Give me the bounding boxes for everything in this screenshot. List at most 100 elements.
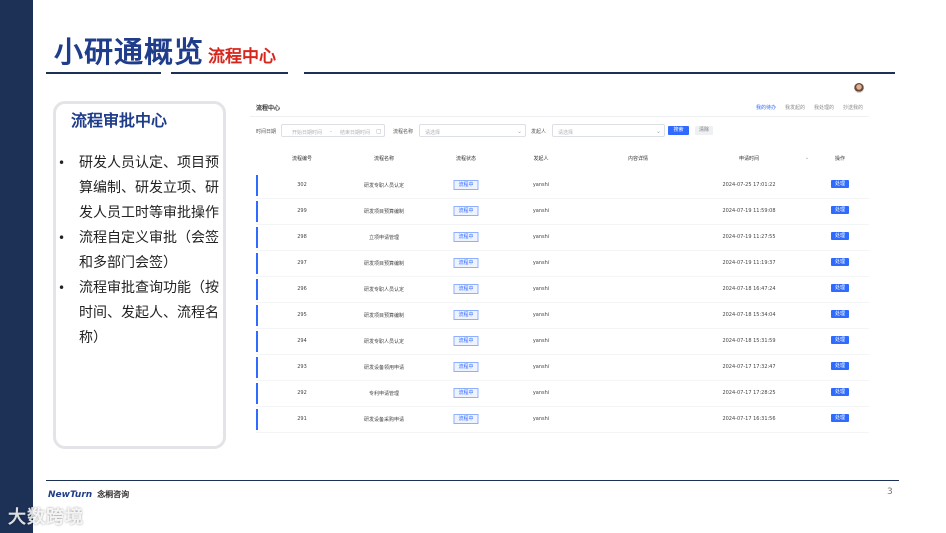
- sort-icon[interactable]: ⌄: [805, 155, 809, 161]
- process-button[interactable]: 处理: [831, 336, 849, 344]
- chevron-down-icon: ⌄: [656, 128, 662, 135]
- status-badge: 流程中: [453, 362, 479, 372]
- cell-id: 297: [297, 260, 307, 266]
- status-badge: 流程中: [453, 258, 479, 268]
- app-header: 流程中心 我的待办 我发起的 我处理的 抄送我的: [250, 97, 869, 117]
- cell-time: 2024-07-19 11:19:37: [722, 260, 776, 266]
- feature-item: 研发人员认定、项目预算编制、研发立项、研发人员工时等审批操作: [58, 151, 223, 226]
- initiator-placeholder: 请选择: [558, 130, 574, 136]
- table-row: 302 研发专职人员认定 流程中 yanshi 2024-07-25 17:01…: [256, 173, 869, 199]
- cell-initiator: yanshi: [532, 364, 550, 370]
- process-name-select[interactable]: 请选择 ⌄: [419, 124, 526, 137]
- brand-logo: NewTurn 念桐咨询: [48, 489, 129, 500]
- row-accent: [256, 279, 258, 300]
- date-label: 时间日期: [256, 129, 277, 135]
- feature-item: 流程自定义审批（会签和多部门会签）: [58, 226, 223, 276]
- cell-id: 295: [297, 312, 307, 318]
- calendar-icon: ▢: [376, 128, 382, 135]
- tab-my-todo[interactable]: 我的待办: [756, 104, 776, 111]
- row-accent: [256, 253, 258, 274]
- row-accent: [256, 357, 258, 378]
- slide-title: 小研通概览 流程中心: [54, 29, 276, 71]
- cell-initiator: yanshi: [532, 286, 550, 292]
- col-header-action: 操作: [834, 156, 846, 162]
- cell-time: 2024-07-17 16:31:56: [722, 416, 776, 422]
- footer-divider: [46, 480, 899, 481]
- tab-my-handled[interactable]: 我处理的: [814, 104, 834, 111]
- cell-initiator: yanshi: [532, 416, 550, 422]
- reset-button[interactable]: 清除: [695, 126, 713, 135]
- initiator-select[interactable]: 请选择 ⌄: [552, 124, 665, 137]
- tab-bar: 我的待办 我发起的 我处理的 抄送我的: [756, 104, 863, 111]
- table-row: 297 研发项目预算编制 流程中 yanshi 2024-07-19 11:19…: [256, 251, 869, 277]
- app-title: 流程中心: [256, 105, 281, 112]
- status-badge: 流程中: [453, 206, 479, 216]
- status-badge: 流程中: [453, 180, 479, 190]
- row-accent: [256, 201, 258, 222]
- process-button[interactable]: 处理: [831, 310, 849, 318]
- col-header-name: 流程名称: [373, 156, 395, 162]
- cell-time: 2024-07-19 11:59:08: [722, 208, 776, 214]
- cell-time: 2024-07-18 15:31:59: [722, 338, 776, 344]
- initiator-label: 发起人: [531, 129, 547, 135]
- cell-time: 2024-07-17 17:28:25: [722, 390, 776, 396]
- tab-my-initiated[interactable]: 我发起的: [785, 104, 805, 111]
- cell-id: 293: [297, 364, 307, 370]
- left-sidebar-bar: [0, 0, 33, 533]
- cell-initiator: yanshi: [532, 338, 550, 344]
- brand-name-cn: 念桐咨询: [97, 490, 130, 499]
- table-row: 292 专利申请管理 流程中 yanshi 2024-07-17 17:28:2…: [256, 381, 869, 407]
- process-button[interactable]: 处理: [831, 258, 849, 266]
- process-button[interactable]: 处理: [831, 206, 849, 214]
- cell-initiator: yanshi: [532, 182, 550, 188]
- row-accent: [256, 227, 258, 248]
- cell-id: 302: [297, 182, 307, 188]
- status-badge: 流程中: [453, 336, 479, 346]
- process-button[interactable]: 处理: [831, 232, 849, 240]
- table-header: 流程编号 流程名称 流程状态 发起人 内容详情 申请时间 ⌄ 操作: [250, 149, 869, 169]
- cell-time: 2024-07-25 17:01:22: [722, 182, 776, 188]
- user-avatar[interactable]: [854, 83, 864, 93]
- row-accent: [256, 331, 258, 352]
- status-badge: 流程中: [453, 284, 479, 294]
- title-divider-2: [171, 72, 288, 74]
- process-button[interactable]: 处理: [831, 388, 849, 396]
- cell-initiator: yanshi: [532, 390, 550, 396]
- slide-title-main: 小研通概览: [54, 35, 205, 69]
- cell-time: 2024-07-18 15:34:04: [722, 312, 776, 318]
- cell-name: 专利申请管理: [368, 391, 400, 397]
- table-row: 291 研发设备采购申请 流程中 yanshi 2024-07-17 16:31…: [256, 407, 869, 433]
- cell-initiator: yanshi: [532, 208, 550, 214]
- cell-time: 2024-07-18 16:47:24: [722, 286, 776, 292]
- process-name-label: 流程名称: [393, 129, 414, 135]
- process-button[interactable]: 处理: [831, 414, 849, 422]
- cell-id: 298: [297, 234, 307, 240]
- card-title: 流程审批中心: [71, 111, 168, 130]
- status-badge: 流程中: [453, 310, 479, 320]
- process-name-placeholder: 请选择: [425, 130, 441, 136]
- table-row: 295 研发项目预算编制 流程中 yanshi 2024-07-18 15:34…: [256, 303, 869, 329]
- cell-time: 2024-07-19 11:27:55: [722, 234, 776, 240]
- feature-list: 研发人员认定、项目预算编制、研发立项、研发人员工时等审批操作 流程自定义审批（会…: [58, 151, 223, 351]
- date-separator: -: [330, 129, 332, 135]
- cell-id: 294: [297, 338, 307, 344]
- table-row: 294 研发专职人员认定 流程中 yanshi 2024-07-18 15:31…: [256, 329, 869, 355]
- process-button[interactable]: 处理: [831, 180, 849, 188]
- end-date-placeholder: 结束日期时间: [340, 130, 371, 136]
- slide-title-sub: 流程中心: [208, 47, 277, 67]
- cell-name: 研发项目预算编制: [363, 313, 405, 319]
- cell-name: 研发专职人员认定: [363, 287, 405, 293]
- cell-initiator: yanshi: [532, 312, 550, 318]
- table-row: 299 研发项目预算编制 流程中 yanshi 2024-07-19 11:59…: [256, 199, 869, 225]
- status-badge: 流程中: [453, 388, 479, 398]
- cell-time: 2024-07-17 17:32:47: [722, 364, 776, 370]
- process-button[interactable]: 处理: [831, 362, 849, 370]
- table-row: 296 研发专职人员认定 流程中 yanshi 2024-07-18 16:47…: [256, 277, 869, 303]
- chevron-down-icon: ⌄: [517, 128, 523, 135]
- search-button[interactable]: 搜索: [668, 126, 689, 135]
- title-divider-1: [46, 72, 161, 74]
- table-row: 298 立项申请管理 流程中 yanshi 2024-07-19 11:27:5…: [256, 225, 869, 251]
- process-button[interactable]: 处理: [831, 284, 849, 292]
- date-range-input[interactable]: 开始日期时间 - 结束日期时间 ▢: [281, 124, 385, 137]
- tab-cc-to-me[interactable]: 抄送我的: [843, 104, 863, 111]
